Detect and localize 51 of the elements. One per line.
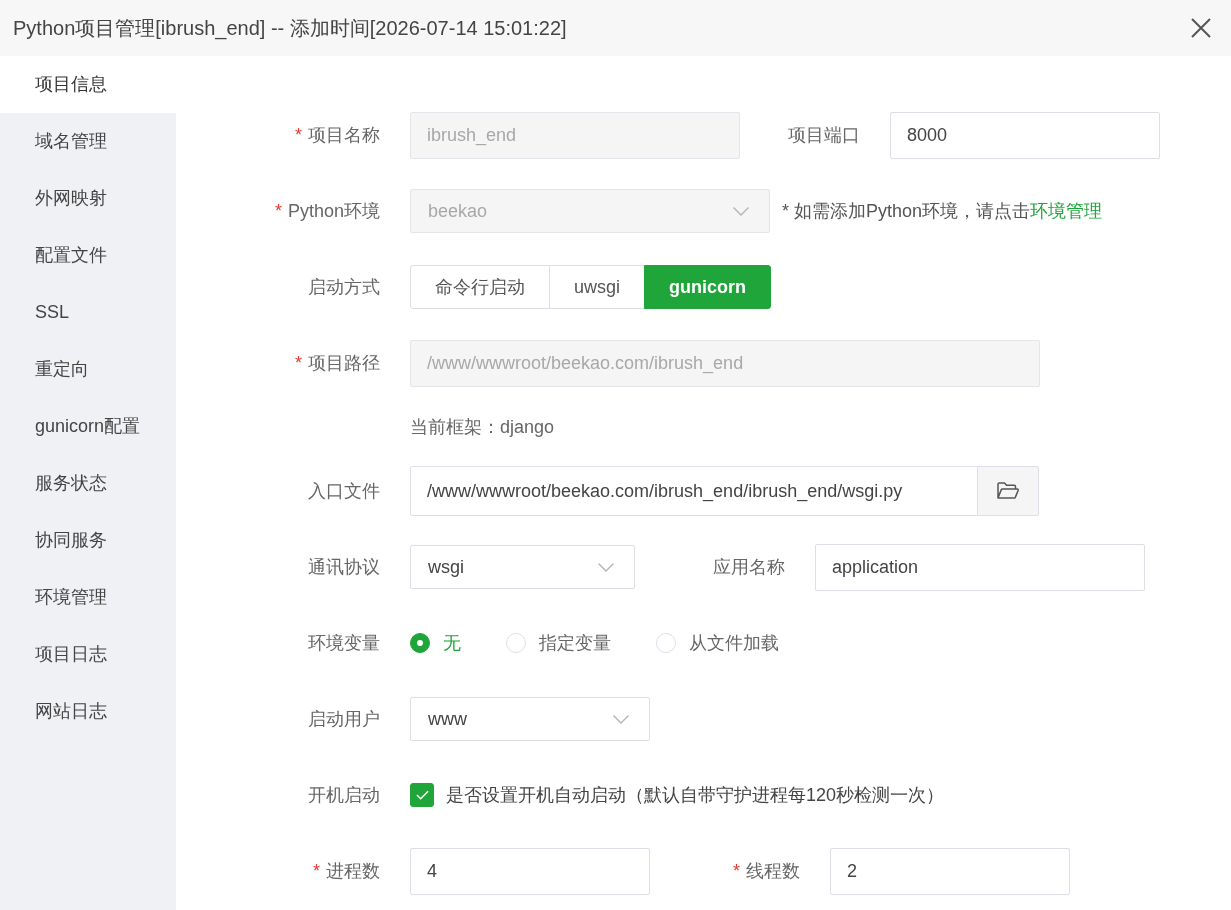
close-icon xyxy=(1191,18,1211,38)
framework-text: 当前框架：django xyxy=(410,415,555,439)
sidebar-tab[interactable]: 项目日志 xyxy=(0,626,176,683)
window-title: Python项目管理[ibrush_end] -- 添加时间[2026-07-14 15:01:22] xyxy=(13,16,567,42)
segmented-option[interactable]: 命令行启动 xyxy=(410,265,550,309)
field-label: 项目端口 xyxy=(788,124,860,147)
select-field[interactable]: wsgi xyxy=(410,545,635,589)
sidebar-tab[interactable]: gunicorn配置 xyxy=(0,398,176,455)
file-path-input[interactable]: /www/wwwroot/beekao.com/ibrush_end/ibrush_end/wsgi.py xyxy=(410,466,978,516)
sidebar-tab[interactable]: 外网映射 xyxy=(0,170,176,227)
field-label: 通讯协议 xyxy=(308,556,380,579)
field-label: * 项目路径 xyxy=(295,352,380,375)
field-label: 启动方式 xyxy=(308,276,380,299)
field-label: 启动用户 xyxy=(308,708,380,731)
field-label: * 进程数 xyxy=(313,860,380,883)
chevron-down-icon xyxy=(598,562,614,572)
radio-label: 从文件加载 xyxy=(689,631,779,655)
folder-button[interactable] xyxy=(977,466,1039,516)
text-input[interactable]: 8000 xyxy=(890,111,1160,159)
radio-label: 指定变量 xyxy=(539,631,611,655)
sidebar-tab[interactable]: 网站日志 xyxy=(0,683,176,740)
field-label: 入口文件 xyxy=(308,480,380,503)
text-input[interactable]: 4 xyxy=(410,847,650,895)
sidebar-tab[interactable]: 服务状态 xyxy=(0,455,176,512)
field-label: 应用名称 xyxy=(713,556,785,579)
segmented-option[interactable]: uwsgi xyxy=(549,265,646,309)
sidebar-tab[interactable]: 项目信息 xyxy=(0,56,176,113)
sidebar-tab[interactable]: 重定向 xyxy=(0,341,176,398)
field-label: * 项目名称 xyxy=(295,124,380,147)
field-label: * 线程数 xyxy=(733,860,800,883)
field-label: 开机启动 xyxy=(308,784,380,807)
checkbox[interactable] xyxy=(410,783,434,807)
field-label: 环境变量 xyxy=(308,632,380,655)
checkbox-label: 是否设置开机自动启动（默认自带守护进程每120秒检测一次） xyxy=(446,783,945,807)
folder-icon xyxy=(997,482,1019,500)
close-button[interactable] xyxy=(1189,16,1213,40)
sidebar-tab[interactable]: 配置文件 xyxy=(0,227,176,284)
select-field[interactable]: www xyxy=(410,697,650,741)
text-input[interactable]: application xyxy=(815,543,1145,591)
check-icon xyxy=(415,790,429,800)
radio-label: 无 xyxy=(443,631,461,655)
radio-button[interactable] xyxy=(410,633,430,653)
sidebar-tab[interactable]: 域名管理 xyxy=(0,113,176,170)
sidebar-tab[interactable]: 环境管理 xyxy=(0,569,176,626)
chevron-down-icon xyxy=(733,206,749,216)
chevron-down-icon xyxy=(613,714,629,724)
sidebar-tab[interactable]: SSL xyxy=(0,284,176,341)
hint-text: * 如需添加Python环境，请点击环境管理 xyxy=(782,199,1103,223)
sidebar-tab[interactable]: 协同服务 xyxy=(0,512,176,569)
field-label: * Python环境 xyxy=(274,200,380,223)
text-input[interactable]: 2 xyxy=(830,847,1070,895)
